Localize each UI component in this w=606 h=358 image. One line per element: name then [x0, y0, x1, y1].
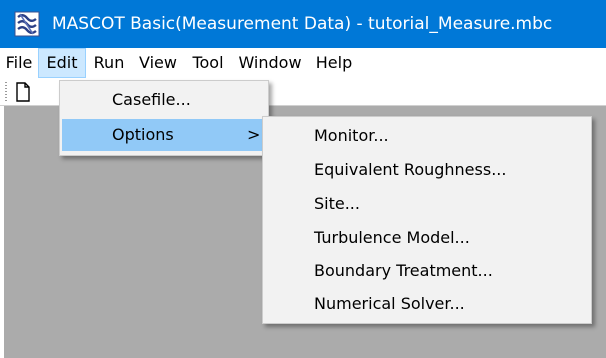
submenu-item-turbulence-model-label: Turbulence Model... — [314, 228, 470, 247]
submenu-arrow-icon: > — [247, 125, 261, 144]
edit-menu-dropdown: Casefile... Options > — [59, 80, 269, 156]
submenu-item-numerical-solver[interactable]: Numerical Solver... — [265, 288, 589, 320]
window-title: MASCOT Basic(Measurement Data) - tutoria… — [52, 14, 553, 34]
submenu-item-numerical-solver-label: Numerical Solver... — [314, 294, 465, 313]
menu-item-options-label: Options — [112, 125, 174, 144]
submenu-item-equivalent-roughness-label: Equivalent Roughness... — [314, 160, 507, 179]
submenu-item-site[interactable]: Site... — [265, 188, 589, 220]
menu-window[interactable]: Window — [232, 48, 308, 78]
menu-item-options[interactable]: Options > — [62, 119, 266, 151]
menu-item-casefile[interactable]: Casefile... — [62, 84, 266, 116]
submenu-item-equivalent-roughness[interactable]: Equivalent Roughness... — [265, 154, 589, 186]
menu-view[interactable]: View — [132, 48, 184, 78]
submenu-item-monitor[interactable]: Monitor... — [265, 120, 589, 152]
submenu-item-site-label: Site... — [314, 194, 360, 213]
new-document-icon[interactable] — [12, 81, 34, 103]
submenu-item-boundary-treatment-label: Boundary Treatment... — [314, 261, 493, 280]
menu-run[interactable]: Run — [86, 48, 132, 78]
app-window: MASCOT Basic(Measurement Data) - tutoria… — [0, 0, 606, 358]
menu-bar: File Edit Run View Tool Window Help — [0, 48, 606, 78]
options-submenu: Monitor... Equivalent Roughness... Site.… — [262, 116, 592, 324]
menu-file[interactable]: File — [0, 48, 38, 78]
submenu-item-boundary-treatment[interactable]: Boundary Treatment... — [265, 255, 589, 287]
submenu-item-monitor-label: Monitor... — [314, 126, 389, 145]
menu-tool[interactable]: Tool — [184, 48, 232, 78]
toolbar-grip[interactable] — [5, 82, 7, 102]
mascot-app-icon — [14, 11, 40, 37]
menu-help[interactable]: Help — [308, 48, 360, 78]
menu-edit[interactable]: Edit — [38, 48, 86, 78]
menu-item-casefile-label: Casefile... — [112, 90, 191, 109]
submenu-item-turbulence-model[interactable]: Turbulence Model... — [265, 222, 589, 254]
title-bar[interactable]: MASCOT Basic(Measurement Data) - tutoria… — [0, 0, 606, 48]
